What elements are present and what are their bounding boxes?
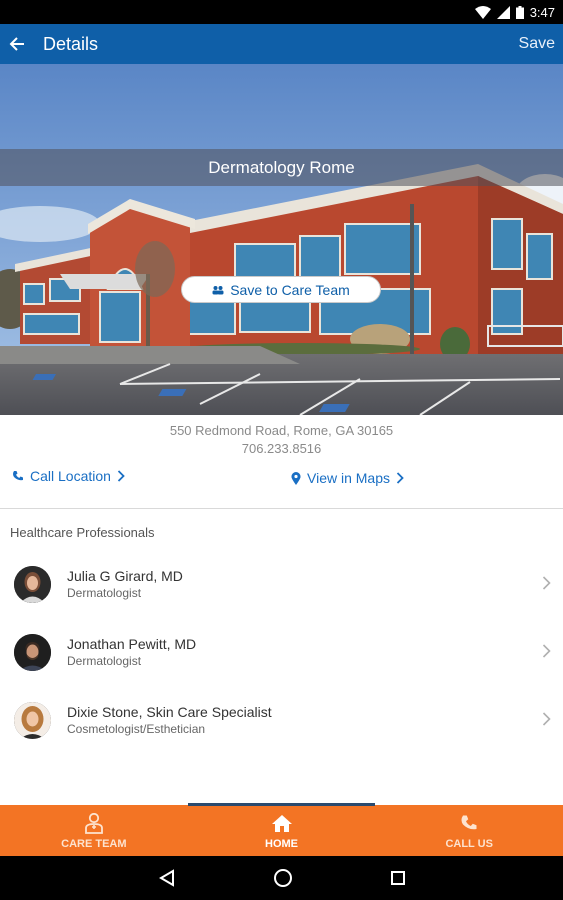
professional-name: Julia G Girard, MD bbox=[67, 568, 183, 584]
wifi-icon bbox=[474, 5, 491, 19]
page-title: Details bbox=[43, 33, 99, 54]
nav-home[interactable]: HOME bbox=[187, 803, 376, 856]
list-item[interactable]: Julia G Girard, MD Dermatologist bbox=[0, 550, 563, 618]
map-pin-icon bbox=[291, 471, 301, 485]
doctor-icon bbox=[84, 812, 103, 834]
location-hero: Dermatology Rome Save to Care Team bbox=[0, 64, 563, 415]
signal-icon bbox=[496, 5, 510, 19]
location-address-block: 550 Redmond Road, Rome, GA 30165 706.233… bbox=[0, 422, 563, 458]
nav-home-label: HOME bbox=[265, 838, 298, 850]
nav-call-us-label: CALL US bbox=[445, 838, 493, 850]
arrow-left-icon bbox=[9, 37, 24, 51]
save-button[interactable]: Save bbox=[519, 35, 555, 53]
professional-name: Dixie Stone, Skin Care Specialist bbox=[67, 704, 272, 720]
bottom-nav: CARE TEAM HOME CALL US bbox=[0, 803, 563, 856]
view-in-maps-label: View in Maps bbox=[307, 470, 391, 486]
chevron-right-icon bbox=[396, 472, 404, 484]
recents-square-icon[interactable] bbox=[390, 870, 406, 886]
phone-icon bbox=[13, 471, 23, 481]
professional-name: Jonathan Pewitt, MD bbox=[67, 636, 197, 652]
chevron-right-icon bbox=[542, 644, 551, 658]
section-title: Healthcare Professionals bbox=[10, 525, 155, 540]
status-time: 3:47 bbox=[529, 4, 555, 20]
back-triangle-icon[interactable] bbox=[158, 869, 176, 887]
save-to-care-team-button[interactable]: Save to Care Team bbox=[181, 276, 381, 303]
nav-call-us[interactable]: CALL US bbox=[375, 805, 563, 856]
chevron-right-icon bbox=[117, 470, 125, 482]
location-actions: Call Location View in Maps bbox=[0, 466, 563, 492]
people-icon bbox=[212, 285, 224, 294]
chevron-right-icon bbox=[542, 576, 551, 590]
call-location-link[interactable]: Call Location bbox=[12, 468, 125, 484]
chevron-right-icon bbox=[542, 712, 551, 726]
system-nav-bar bbox=[0, 856, 563, 900]
avatar bbox=[14, 634, 51, 671]
professional-role: Dermatologist bbox=[67, 654, 142, 668]
nav-care-team-label: CARE TEAM bbox=[61, 838, 127, 850]
back-button[interactable] bbox=[0, 24, 34, 64]
list-item[interactable]: Jonathan Pewitt, MD Dermatologist bbox=[0, 618, 563, 686]
list-item[interactable]: Dixie Stone, Skin Care Specialist Cosmet… bbox=[0, 686, 563, 754]
call-location-label: Call Location bbox=[30, 468, 111, 484]
professional-role: Cosmetologist/Esthetician bbox=[67, 722, 206, 736]
building-photo bbox=[0, 64, 563, 415]
location-phone: 706.233.8516 bbox=[241, 441, 322, 456]
divider bbox=[0, 508, 563, 509]
location-name-banner: Dermatology Rome bbox=[0, 149, 563, 186]
nav-care-team[interactable]: CARE TEAM bbox=[0, 805, 188, 856]
professionals-list: Julia G Girard, MD Dermatologist Jonatha… bbox=[0, 550, 563, 754]
location-name: Dermatology Rome bbox=[208, 157, 355, 177]
home-icon bbox=[271, 814, 292, 832]
avatar bbox=[14, 566, 51, 603]
phone-icon bbox=[461, 815, 477, 830]
save-to-care-team-label: Save to Care Team bbox=[230, 281, 350, 298]
professional-role: Dermatologist bbox=[67, 586, 142, 600]
avatar bbox=[14, 702, 51, 739]
view-in-maps-link[interactable]: View in Maps bbox=[291, 470, 404, 486]
app-bar: Details Save bbox=[0, 24, 563, 64]
home-circle-icon[interactable] bbox=[273, 868, 293, 888]
battery-icon bbox=[515, 5, 524, 19]
location-address: 550 Redmond Road, Rome, GA 30165 bbox=[169, 423, 394, 438]
status-bar: 3:47 bbox=[0, 0, 563, 24]
